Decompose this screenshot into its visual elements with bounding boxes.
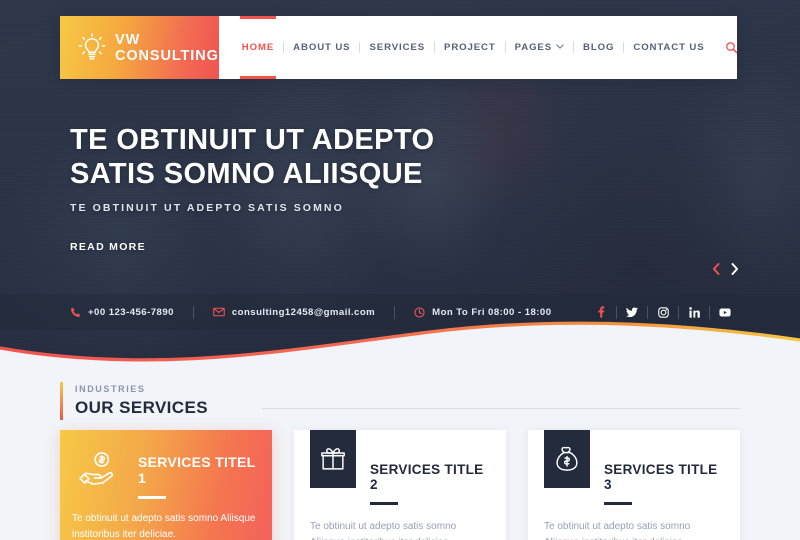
- service-card-3-title: SERVICES TITLE 3: [604, 462, 718, 492]
- brand-logo[interactable]: VW CONSULTING: [60, 16, 219, 79]
- service-card-3-description: Te obtinuit ut adepto satis somno Aliisq…: [544, 521, 691, 540]
- nav-item-services[interactable]: SERVICES: [360, 16, 434, 79]
- section-header: INDUSTRIES OUR SERVICES: [60, 382, 740, 420]
- service-card-2-title-block: SERVICES TITLE 2: [370, 446, 490, 505]
- nav-item-blog[interactable]: BLOG: [574, 16, 623, 79]
- service-card-1-description: Te obtinuit ut adepto satis somno Aliisq…: [72, 513, 256, 540]
- chevron-left-icon[interactable]: [711, 262, 721, 276]
- service-card-1-title-block: SERVICES TITEL 1: [138, 440, 256, 499]
- service-card-2[interactable]: SERVICES TITLE 2 Te obtinuit ut adepto s…: [294, 430, 506, 540]
- section-accent-bar: [60, 382, 63, 420]
- service-card-2-title: SERVICES TITLE 2: [370, 462, 484, 492]
- brand-name: VW CONSULTING: [115, 31, 219, 64]
- twitter-icon[interactable]: [617, 307, 647, 318]
- contact-divider: [192, 305, 194, 319]
- contact-hours-text: Mon To Fri 08:00 - 18:00: [432, 306, 552, 318]
- slider-navigation: [711, 262, 740, 276]
- linkedin-icon[interactable]: [679, 306, 709, 318]
- instagram-icon[interactable]: [648, 306, 678, 318]
- money-bag-icon: [544, 430, 590, 488]
- nav-item-about-us[interactable]: ABOUT US: [284, 16, 359, 79]
- contact-email-text: consulting12458@gmail.com: [231, 306, 376, 318]
- nav-item-pages[interactable]: PAGES: [506, 16, 573, 79]
- envelope-icon: [213, 307, 225, 317]
- contact-phone-text: +00 123-456-7890: [88, 306, 174, 318]
- service-card-2-description: Te obtinuit ut adepto satis somno Aliisq…: [310, 521, 457, 540]
- gift-box-icon: [310, 430, 356, 488]
- service-card-3-title-block: SERVICES TITLE 3: [604, 446, 724, 505]
- contact-email[interactable]: consulting12458@gmail.com: [213, 307, 375, 318]
- service-card-1-header: SERVICES TITEL 1: [72, 440, 256, 499]
- chevron-down-icon: [556, 44, 564, 51]
- main-navigation: HOME ABOUT US SERVICES PROJECT PAGES BLO…: [219, 16, 750, 79]
- services-section: INDUSTRIES OUR SERVICES SERVICES TITEL 1…: [0, 368, 800, 540]
- service-card-2-header: SERVICES TITLE 2: [310, 430, 490, 505]
- phone-icon: [70, 307, 81, 318]
- service-card-1-title: SERVICES TITEL 1: [138, 454, 256, 486]
- facebook-icon[interactable]: [586, 306, 616, 318]
- youtube-icon[interactable]: [710, 307, 740, 317]
- service-card-2-rule: [370, 502, 398, 505]
- chevron-right-icon[interactable]: [730, 262, 740, 276]
- page-root: VW CONSULTING HOME ABOUT US SERVICES PRO…: [0, 0, 800, 540]
- services-card-list: SERVICES TITEL 1 Te obtinuit ut adepto s…: [60, 430, 740, 540]
- wave-divider: [0, 321, 800, 380]
- service-card-3[interactable]: SERVICES TITLE 3 Te obtinuit ut adepto s…: [528, 430, 740, 540]
- site-header: VW CONSULTING HOME ABOUT US SERVICES PRO…: [60, 16, 738, 79]
- section-kicker: INDUSTRIES: [75, 384, 146, 394]
- contact-hours: Mon To Fri 08:00 - 18:00: [414, 307, 551, 318]
- hero-title: TE OBTINUIT UT ADEPTO SATIS SOMNO ALIISQ…: [70, 124, 435, 190]
- social-links: [586, 305, 740, 319]
- service-card-3-header: SERVICES TITLE 3: [544, 430, 724, 505]
- contact-divider: [394, 305, 396, 319]
- lightbulb-icon: [78, 32, 106, 63]
- read-more-button[interactable]: READ MORE: [70, 241, 146, 253]
- hand-coin-icon: [72, 444, 124, 492]
- nav-item-home[interactable]: HOME: [233, 16, 283, 79]
- search-icon[interactable]: [714, 16, 750, 79]
- hero-subtitle: TE OBTINUIT UT ADEPTO SATIS SOMNO: [70, 202, 344, 215]
- section-title: OUR SERVICES: [75, 398, 208, 417]
- nav-item-project[interactable]: PROJECT: [435, 16, 505, 79]
- section-rule: [261, 407, 740, 409]
- service-card-3-rule: [604, 502, 632, 505]
- clock-icon: [414, 306, 425, 318]
- service-card-1[interactable]: SERVICES TITEL 1 Te obtinuit ut adepto s…: [60, 430, 272, 540]
- nav-item-contact-us[interactable]: CONTACT US: [624, 16, 713, 79]
- section-heading-text: INDUSTRIES OUR SERVICES: [75, 384, 208, 418]
- service-card-1-rule: [138, 496, 166, 499]
- hero-content: TE OBTINUIT UT ADEPTO SATIS SOMNO ALIISQ…: [70, 124, 500, 255]
- contact-phone[interactable]: +00 123-456-7890: [70, 307, 174, 318]
